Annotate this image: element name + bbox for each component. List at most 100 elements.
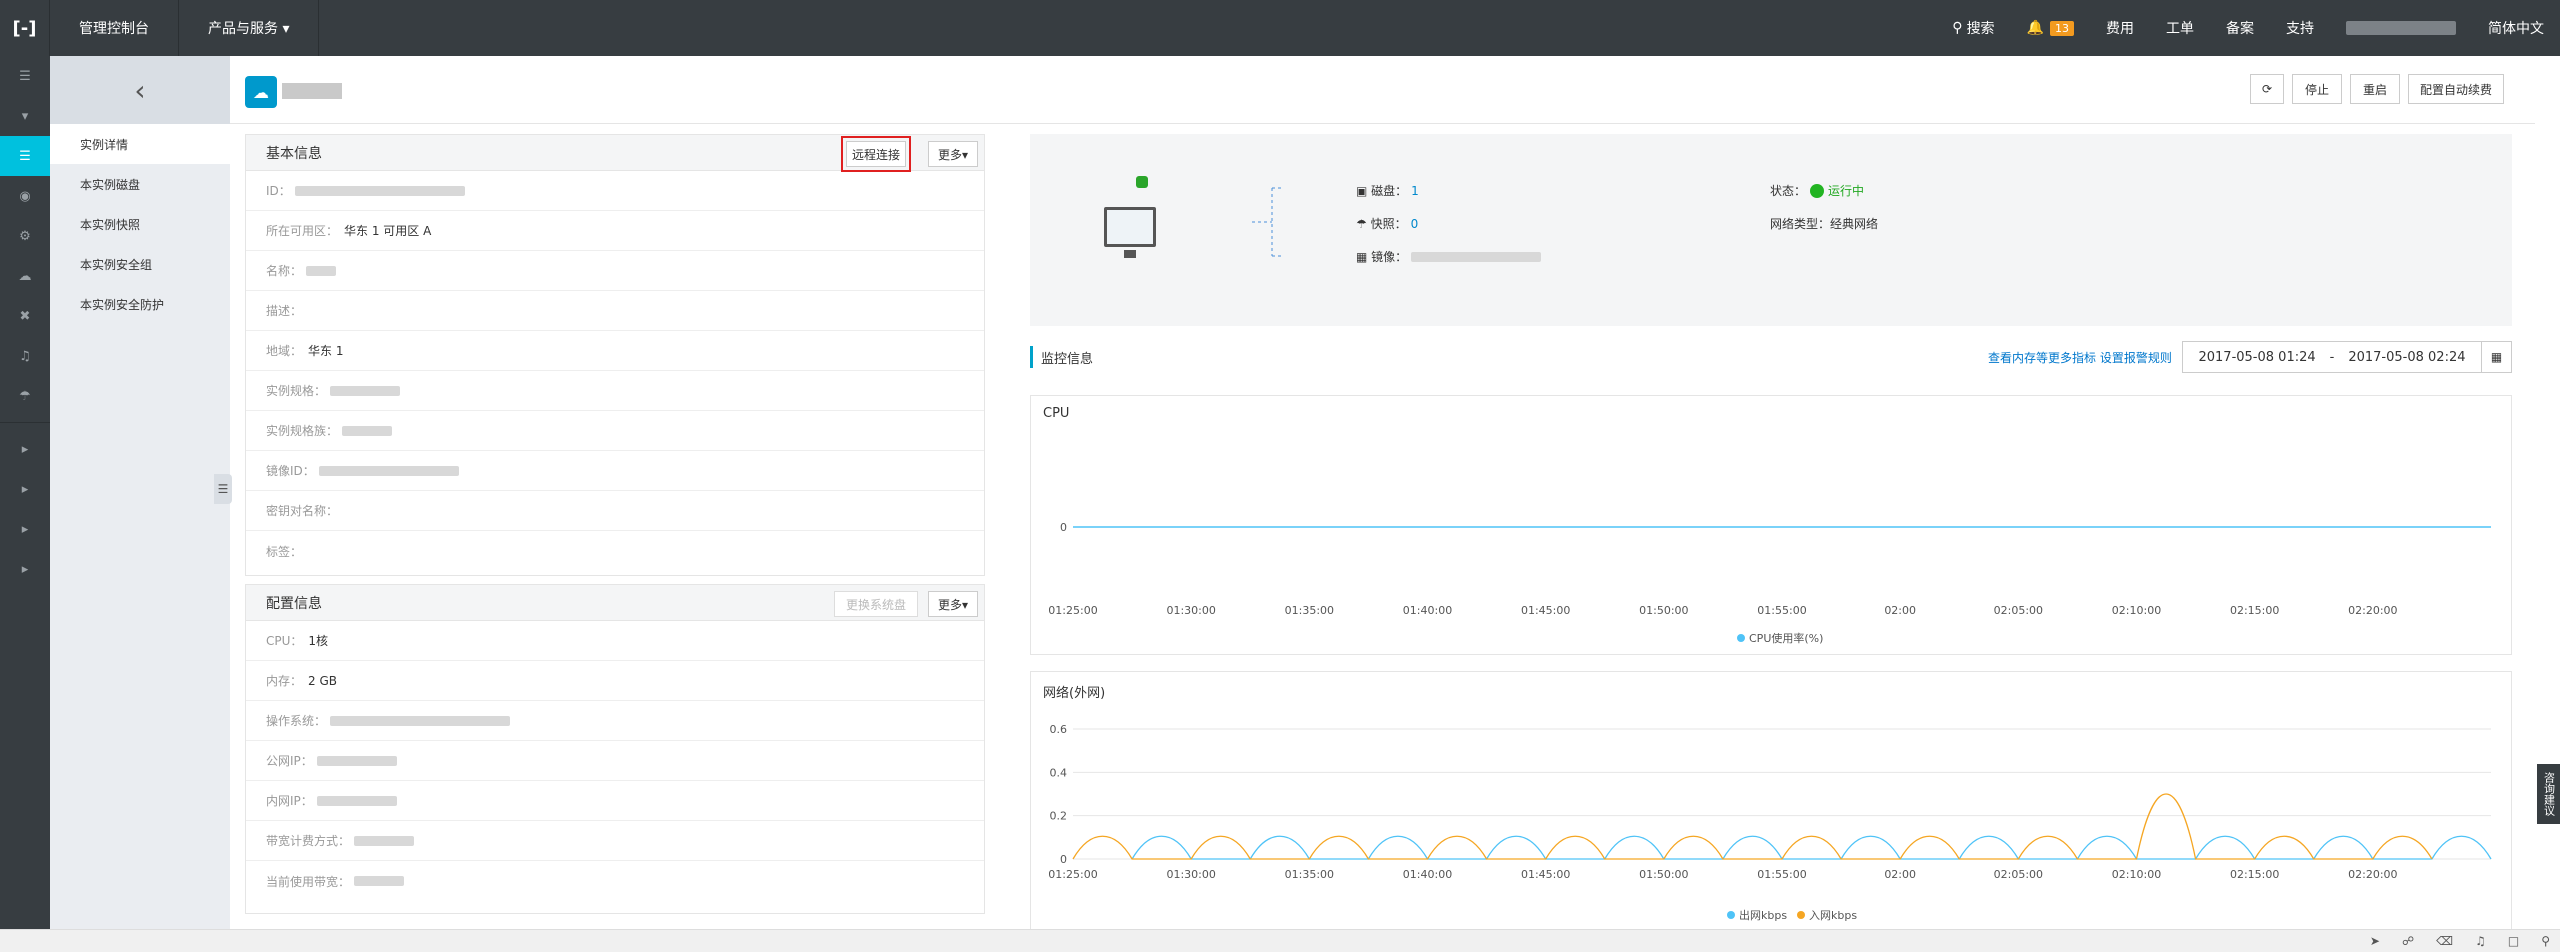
language-switch[interactable]: 简体中文 xyxy=(2472,0,2560,56)
config-more-button[interactable]: 更多▾ xyxy=(928,591,978,617)
disk-icon: ▣ xyxy=(1356,183,1372,198)
refresh-button[interactable]: ⟳ xyxy=(2250,74,2284,104)
y-tick-label: 0.4 xyxy=(1050,766,1068,779)
ecs-list-icon[interactable]: ☰ xyxy=(0,136,50,176)
instance-submenu: ‹ 实例详情 本实例磁盘 本实例快照 本实例安全组 本实例安全防护 xyxy=(50,56,230,929)
image-value xyxy=(1411,251,1542,262)
feedback-side-tab[interactable]: 咨询建议 xyxy=(2537,764,2560,824)
value-cpu: 1核 xyxy=(308,634,329,648)
label-spec-family: 实例规格族： xyxy=(266,424,339,438)
stop-button[interactable]: 停止 xyxy=(2292,74,2342,104)
image-label: 镜像： xyxy=(1371,250,1408,264)
instance-name xyxy=(282,83,342,99)
instance-cloud-icon: ☁ xyxy=(245,76,277,108)
storage-icon[interactable]: ◉ xyxy=(0,176,50,216)
disk-count-link[interactable]: 1 xyxy=(1411,184,1419,198)
products-menu[interactable]: 产品与服务 ▾ xyxy=(179,0,320,56)
status-label: 状态： xyxy=(1770,184,1807,198)
search-label: 搜索 xyxy=(1966,21,1995,37)
submenu-instance-detail[interactable]: 实例详情 xyxy=(50,124,230,164)
change-system-disk-button[interactable]: 更换系统盘 xyxy=(834,591,918,617)
x-tick-label: 02:05:00 xyxy=(1994,604,2043,617)
top-navbar: [-] 管理控制台 产品与服务 ▾ ⚲ 搜索 🔔 13 费用 工单 备案 支持 … xyxy=(0,0,2560,56)
date-range-picker[interactable]: 2017-05-08 01:24 - 2017-05-08 02:24 xyxy=(2182,341,2482,373)
x-tick-label: 01:40:00 xyxy=(1403,604,1452,617)
monitor-stand xyxy=(1124,250,1136,258)
x-tick-label: 01:30:00 xyxy=(1166,604,1215,617)
label-cpu: CPU： xyxy=(266,634,303,648)
search-button[interactable]: ⚲ 搜索 xyxy=(1936,0,2010,56)
pin-icon[interactable]: ➤ xyxy=(2370,934,2380,948)
basic-info-header: 基本信息 远程连接 更多▾ xyxy=(246,135,984,172)
expand-3-icon[interactable]: ▸ xyxy=(0,509,50,549)
label-public-ip: 公网IP： xyxy=(266,754,313,768)
billing-link[interactable]: 费用 xyxy=(2090,0,2150,56)
submenu-disks[interactable]: 本实例磁盘 xyxy=(50,164,230,204)
label-id: ID： xyxy=(266,184,291,198)
zoom-icon[interactable]: ⚲ xyxy=(2541,934,2550,948)
cross-icon[interactable]: ✖ xyxy=(0,296,50,336)
icon-rail: ☰ ▾ ☰ ◉ ⚙ ☁ ✖ ♫ ☂ ▸ ▸ ▸ ▸ xyxy=(0,56,50,929)
y-tick-label: 0.2 xyxy=(1050,810,1068,823)
x-tick-label: 02:05:00 xyxy=(1994,868,2043,881)
back-arrow-icon[interactable]: ‹ xyxy=(50,56,230,124)
running-status-icon xyxy=(1810,183,1825,198)
series-line-0 xyxy=(1131,835,2492,860)
calendar-button[interactable]: ▦ xyxy=(2482,341,2512,373)
x-tick-label: 01:25:00 xyxy=(1048,604,1097,617)
legend-marker-0 xyxy=(1737,634,1745,642)
volume-icon[interactable]: ♫ xyxy=(2475,934,2486,948)
trash-icon[interactable]: ⌫ xyxy=(2436,934,2453,948)
restart-button[interactable]: 重启 xyxy=(2350,74,2400,104)
value-os xyxy=(330,715,511,726)
notification-button[interactable]: 🔔 13 xyxy=(2011,0,2090,56)
basic-info-title: 基本信息 xyxy=(266,145,322,162)
value-name xyxy=(306,265,337,276)
cloud-gear-icon[interactable]: ☂ xyxy=(0,376,50,416)
row-cpu: CPU： 1核 xyxy=(246,621,984,661)
submenu-snapshots[interactable]: 本实例快照 xyxy=(50,204,230,244)
label-name: 名称： xyxy=(266,264,303,278)
ticket-link[interactable]: 工单 xyxy=(2150,0,2210,56)
value-region: 华东 1 xyxy=(308,344,344,358)
caret-down-icon[interactable]: ▾ xyxy=(0,96,50,136)
network-label: 网络类型： xyxy=(1770,217,1831,231)
y-tick-label: 0.6 xyxy=(1050,723,1068,736)
x-tick-label: 02:15:00 xyxy=(2230,604,2279,617)
user-account[interactable] xyxy=(2330,0,2472,56)
record-link[interactable]: 备案 xyxy=(2210,0,2270,56)
disk-label: 磁盘： xyxy=(1371,184,1408,198)
x-tick-label: 01:35:00 xyxy=(1285,868,1334,881)
submenu-security-protection[interactable]: 本实例安全防护 xyxy=(50,284,230,324)
auto-renew-button[interactable]: 配置自动续费 xyxy=(2408,74,2504,104)
label-zone: 所在可用区： xyxy=(266,224,339,238)
cloud-icon[interactable]: ☁ xyxy=(0,256,50,296)
expand-4-icon[interactable]: ▸ xyxy=(0,549,50,589)
hamburger-icon[interactable]: ☰ xyxy=(0,56,50,96)
expand-1-icon[interactable]: ▸ xyxy=(0,429,50,469)
row-region: 地域： 华东 1 xyxy=(246,331,984,371)
snapshot-info: ☂ 快照： 0 xyxy=(1356,215,1418,232)
monitor-links[interactable]: 查看内存等更多指标 设置报警规则 xyxy=(1988,349,2172,366)
status-value: 运行中 xyxy=(1828,184,1865,198)
window-icon[interactable]: □ xyxy=(2508,934,2519,948)
aliyun-logo-icon[interactable]: [-] xyxy=(0,0,50,56)
submenu-security-groups[interactable]: 本实例安全组 xyxy=(50,244,230,284)
microphone-icon[interactable]: ♫ xyxy=(0,336,50,376)
network-chart: 0 0.2 0.4 0.6 01:25:00 01:30:00 01:35:00 01:40:… xyxy=(1048,723,2492,922)
network-icon[interactable]: ⚙ xyxy=(0,216,50,256)
console-link[interactable]: 管理控制台 xyxy=(50,0,179,56)
snapshot-icon: ☂ xyxy=(1356,216,1371,231)
tree-connector-icon xyxy=(1252,187,1282,257)
remote-connect-button[interactable]: 远程连接 xyxy=(841,136,911,172)
sidebar-collapse-handle[interactable]: ☰ xyxy=(214,474,232,504)
support-link[interactable]: 支持 xyxy=(2270,0,2330,56)
expand-2-icon[interactable]: ▸ xyxy=(0,469,50,509)
basic-more-button[interactable]: 更多▾ xyxy=(928,141,978,167)
row-spec-family: 实例规格族： xyxy=(246,411,984,451)
y-tick-label: 0 xyxy=(1060,853,1067,866)
snapshot-count-link[interactable]: 0 xyxy=(1411,217,1419,231)
shield-status-icon[interactable]: ☍ xyxy=(2402,934,2414,948)
basic-info-panel: 基本信息 远程连接 更多▾ ID： 所在可用区： 华东 1 可用区 A 名称： 描… xyxy=(245,134,985,576)
monitor-icon xyxy=(1104,207,1156,247)
